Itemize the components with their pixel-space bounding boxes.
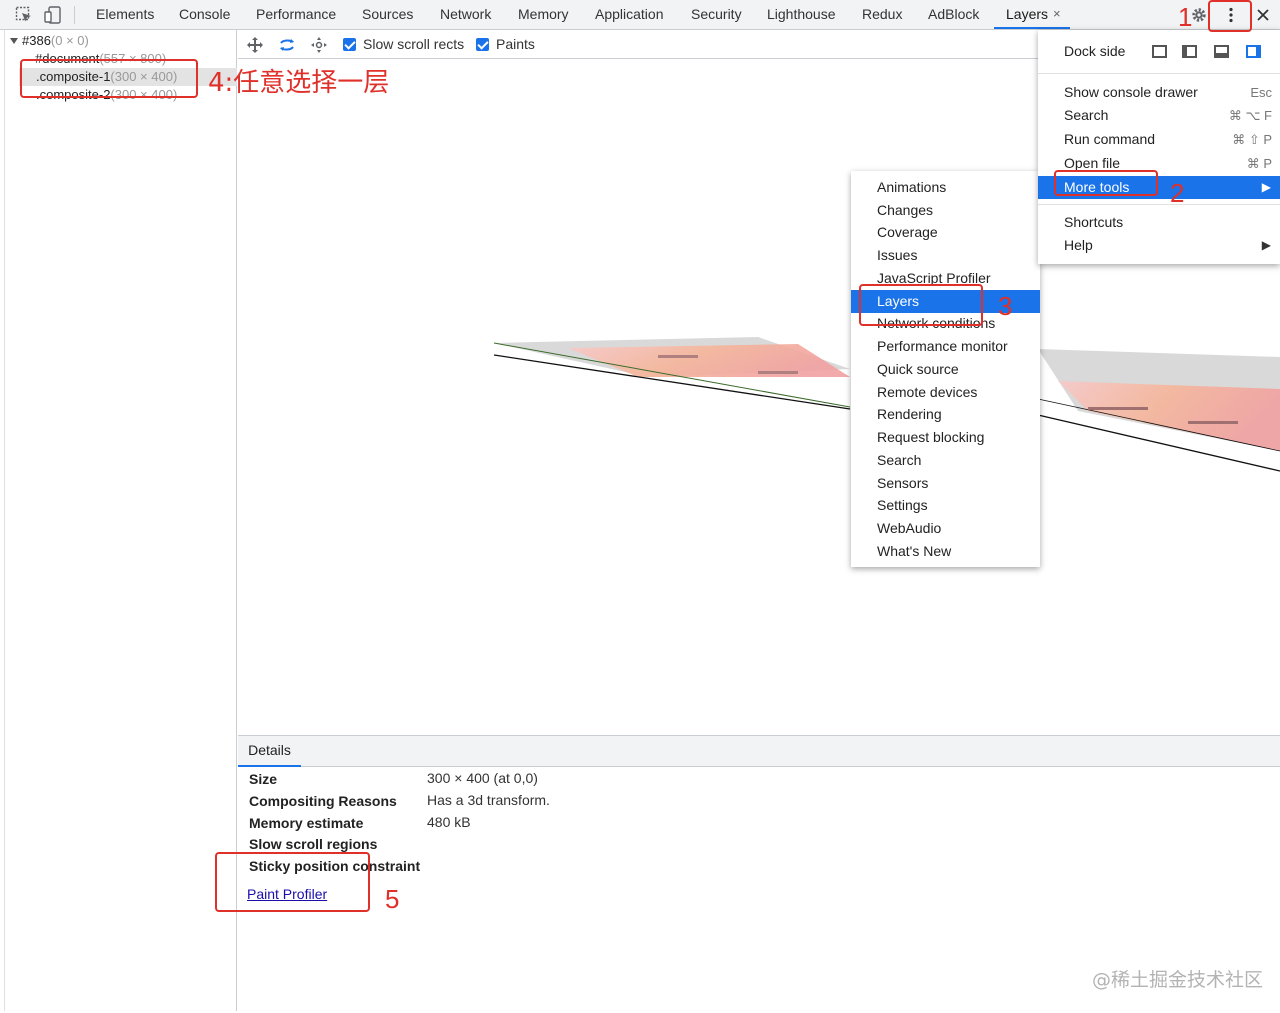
dock-bottom-icon[interactable] [1214, 45, 1229, 58]
menu-item-label: Show console drawer [1064, 84, 1198, 100]
devtools-tab-bar: Elements Console Performance Sources Net… [0, 0, 1280, 30]
device-toolbar-icon[interactable] [44, 6, 62, 24]
tab-console[interactable]: Console [179, 0, 230, 29]
menu-item-settings[interactable]: Settings [851, 494, 1040, 517]
menu-item-performance-monitor[interactable]: Performance monitor [851, 335, 1040, 358]
annotation-box-2 [1054, 170, 1158, 196]
slow-scroll-rects-checkbox[interactable] [343, 38, 356, 51]
menu-item-animations[interactable]: Animations [851, 176, 1040, 199]
menu-item-shortcuts[interactable]: Shortcuts [1038, 211, 1280, 234]
menu-item-shortcut: ⌘ ⌥ F [1228, 108, 1272, 123]
rotate-mode-icon[interactable] [278, 36, 296, 54]
annotation-number-3: 3 [998, 291, 1013, 321]
watermark: @稀土掘金技术社区 [1092, 969, 1264, 991]
menu-item-coverage[interactable]: Coverage [851, 221, 1040, 244]
annotation-text-4: 4:任意选择一层 [208, 68, 390, 98]
menu-item-label: Help [1064, 237, 1093, 253]
menu-item-remote-devices[interactable]: Remote devices [851, 381, 1040, 404]
annotation-number-2: 2 [1170, 178, 1185, 208]
details-tab-bar: Details [238, 736, 1280, 767]
layer-tree-root[interactable]: #386(0 × 0) [22, 32, 89, 50]
inspect-element-icon[interactable] [15, 6, 33, 24]
menu-item-whats-new[interactable]: What's New [851, 540, 1040, 563]
customize-devtools-menu: Dock side Show console drawer Esc Search… [1038, 30, 1280, 264]
layer-text-smudge [1188, 421, 1238, 424]
menu-item-label: Search [1064, 107, 1109, 123]
pan-mode-icon[interactable] [246, 36, 264, 54]
tab-lighthouse[interactable]: Lighthouse [767, 0, 836, 29]
tab-application[interactable]: Application [595, 0, 664, 29]
tab-elements[interactable]: Elements [96, 0, 154, 29]
tab-network[interactable]: Network [440, 0, 491, 29]
reset-transform-icon[interactable] [310, 36, 328, 54]
menu-item-help[interactable]: Help ▶ [1038, 234, 1280, 257]
tab-performance[interactable]: Performance [256, 0, 336, 29]
menu-item-shortcut: Esc [1250, 85, 1272, 100]
layer-tree-panel: #386(0 × 0) #document(557 × 800) .compos… [4, 30, 237, 1011]
layer-text-smudge [758, 371, 798, 374]
slow-scroll-rects-label: Slow scroll rects [363, 36, 465, 52]
detail-value-size: 300 × 400 (at 0,0) [427, 770, 538, 786]
layer-text-smudge [658, 355, 698, 358]
close-devtools-icon[interactable] [1254, 6, 1272, 24]
annotation-box-3 [859, 284, 983, 326]
layers-toolbar: Slow scroll rects Paints [238, 30, 1038, 59]
menu-item-sensors[interactable]: Sensors [851, 472, 1040, 495]
dock-side-label: Dock side [1064, 43, 1126, 59]
menu-item-label: Shortcuts [1064, 214, 1124, 230]
layer-name: #386 [22, 33, 51, 48]
menu-item-search[interactable]: Search ⌘ ⌥ F [1038, 104, 1280, 127]
paints-checkbox[interactable] [476, 38, 489, 51]
menu-item-shortcut: ⌘ P [1246, 156, 1272, 171]
menu-item-changes[interactable]: Changes [851, 199, 1040, 222]
menu-separator [1038, 204, 1280, 205]
menu-item-show-console-drawer[interactable]: Show console drawer Esc [1038, 81, 1280, 104]
tab-sources[interactable]: Sources [362, 0, 413, 29]
layer-size: (0 × 0) [50, 33, 89, 48]
menu-item-run-command[interactable]: Run command ⌘ ⇧ P [1038, 128, 1280, 151]
dock-undock-icon[interactable] [1152, 45, 1167, 58]
dock-right-icon[interactable] [1246, 45, 1261, 58]
menu-item-quick-source[interactable]: Quick source [851, 358, 1040, 381]
expand-triangle-icon[interactable] [9, 37, 19, 45]
tab-memory[interactable]: Memory [518, 0, 569, 29]
tab-details[interactable]: Details [238, 736, 301, 767]
annotation-number-1: 1 [1178, 2, 1193, 32]
menu-separator [1038, 73, 1280, 74]
menu-item-issues[interactable]: Issues [851, 244, 1040, 267]
detail-label-size: Size [249, 771, 278, 787]
composite-layer-plane-right-fill [1058, 381, 1280, 451]
toolbar-divider [74, 6, 75, 24]
menu-item-shortcut: ⌘ ⇧ P [1232, 132, 1272, 147]
menu-item-label: Run command [1064, 131, 1156, 147]
layer-text-smudge [1088, 407, 1148, 410]
menu-item-webaudio[interactable]: WebAudio [851, 517, 1040, 540]
tab-security[interactable]: Security [691, 0, 742, 29]
annotation-box-4 [20, 59, 198, 98]
close-tab-icon[interactable]: × [1053, 0, 1061, 28]
tab-redux[interactable]: Redux [862, 0, 902, 29]
menu-item-rendering[interactable]: Rendering [851, 403, 1040, 426]
detail-value-memory-estimate: 480 kB [427, 814, 471, 830]
annotation-number-5: 5 [385, 884, 400, 914]
tab-adblock[interactable]: AdBlock [928, 0, 979, 29]
detail-label-compositing-reasons: Compositing Reasons [249, 793, 397, 809]
menu-item-label: Open file [1064, 155, 1121, 171]
submenu-arrow-icon: ▶ [1261, 238, 1271, 252]
detail-label-slow-scroll-regions: Slow scroll regions [249, 836, 378, 852]
menu-item-search[interactable]: Search [851, 449, 1040, 472]
menu-item-request-blocking[interactable]: Request blocking [851, 426, 1040, 449]
detail-label-memory-estimate: Memory estimate [249, 815, 364, 831]
submenu-arrow-icon: ▶ [1261, 180, 1271, 194]
paints-label: Paints [496, 36, 535, 52]
annotation-box-1 [1208, 0, 1252, 32]
detail-value-compositing-reasons: Has a 3d transform. [427, 792, 550, 808]
more-tools-submenu: Animations Changes Coverage Issues JavaS… [851, 171, 1040, 567]
annotation-box-5 [215, 852, 370, 912]
gear-icon[interactable] [1190, 6, 1208, 24]
dock-left-icon[interactable] [1182, 45, 1197, 58]
